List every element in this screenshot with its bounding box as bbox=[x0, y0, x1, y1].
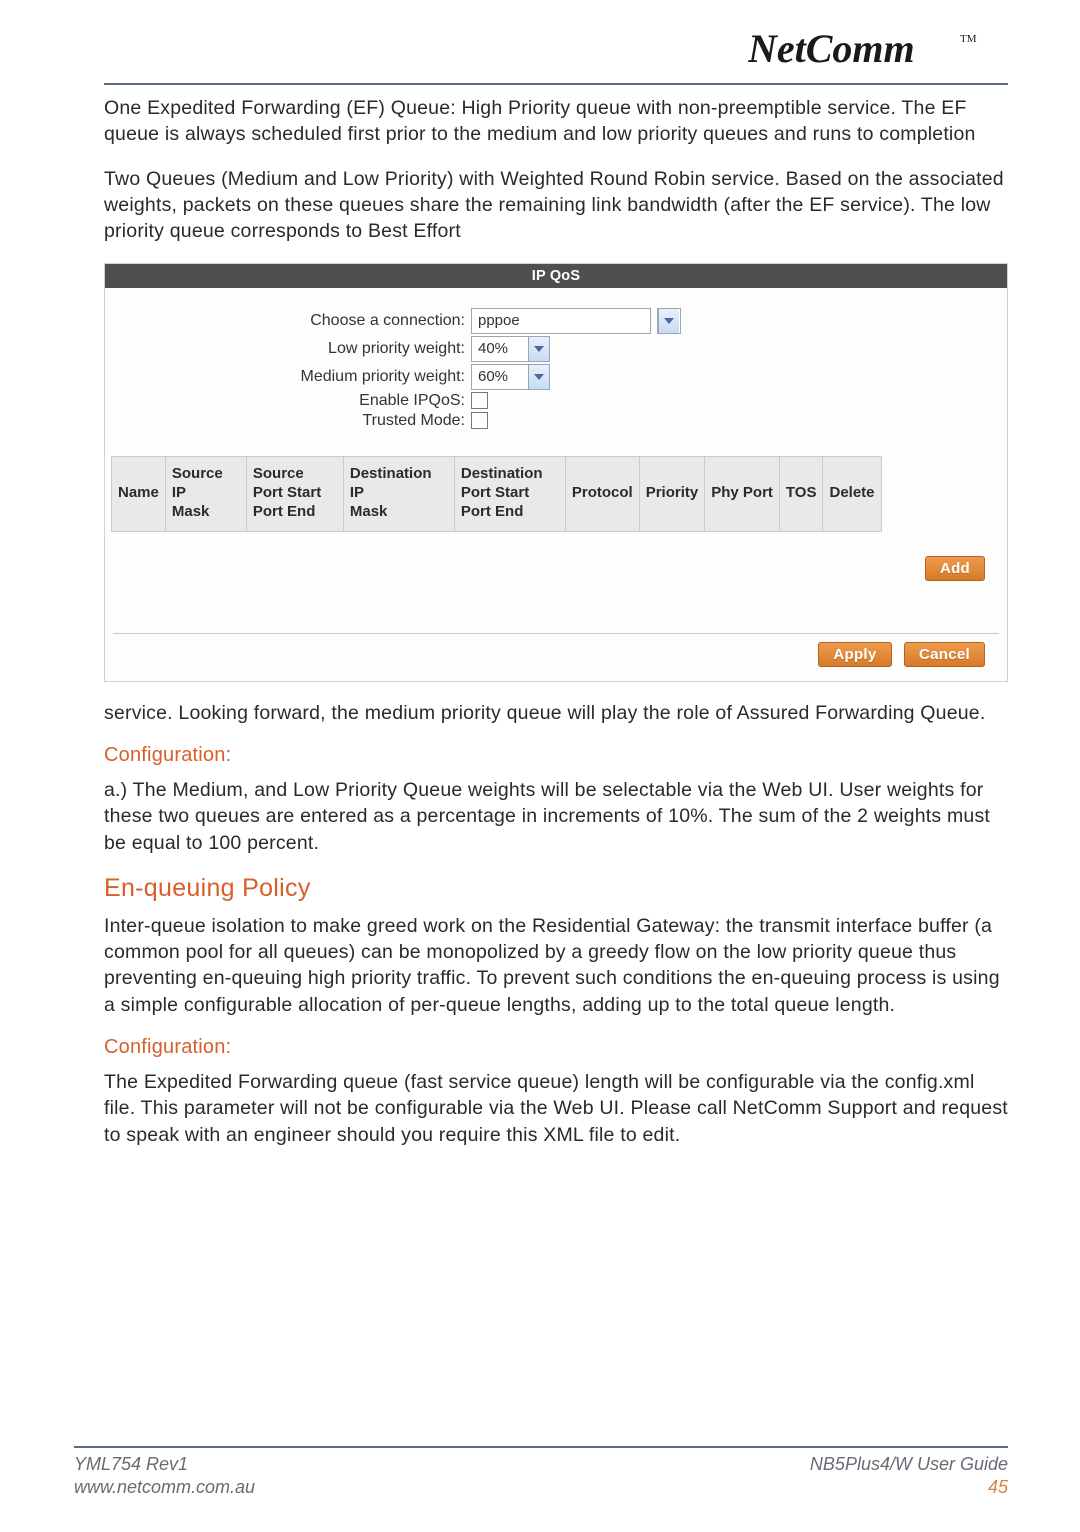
panel-title: IP QoS bbox=[105, 264, 1007, 288]
chevron-down-icon bbox=[658, 309, 679, 333]
med-weight-select[interactable]: 60% bbox=[471, 364, 550, 390]
col-source-ip: SourceIPMask bbox=[165, 456, 246, 531]
trusted-mode-label: Trusted Mode: bbox=[105, 412, 471, 430]
col-dest-ip: DestinationIPMask bbox=[343, 456, 454, 531]
med-weight-value: 60% bbox=[472, 365, 528, 389]
low-weight-select[interactable]: 40% bbox=[471, 336, 550, 362]
after-panel-paragraph: service. Looking forward, the medium pri… bbox=[104, 700, 1008, 726]
col-phy-port: Phy Port bbox=[705, 456, 780, 531]
enqueuing-policy-heading: En-queuing Policy bbox=[104, 874, 1008, 903]
footer-page-number: 45 bbox=[988, 1477, 1008, 1498]
col-source-port: SourcePort StartPort End bbox=[246, 456, 343, 531]
low-weight-value: 40% bbox=[472, 337, 528, 361]
logo-text: NetComm bbox=[748, 26, 915, 71]
table-header-row: Name SourceIPMask SourcePort StartPort E… bbox=[112, 456, 882, 531]
footer-divider bbox=[74, 1446, 1008, 1448]
connection-label: Choose a connection: bbox=[105, 312, 471, 330]
intro-paragraph-1: One Expedited Forwarding (EF) Queue: Hig… bbox=[104, 95, 1008, 148]
enable-ipqos-label: Enable IPQoS: bbox=[105, 392, 471, 410]
col-delete: Delete bbox=[823, 456, 881, 531]
chevron-down-icon bbox=[528, 337, 549, 361]
logo-tm: TM bbox=[960, 33, 977, 45]
add-button[interactable]: Add bbox=[925, 556, 985, 581]
connection-dropdown[interactable] bbox=[657, 308, 681, 334]
configuration-paragraph-1: a.) The Medium, and Low Priority Queue w… bbox=[104, 777, 1008, 856]
apply-button[interactable]: Apply bbox=[818, 642, 891, 667]
qos-rules-table: Name SourceIPMask SourcePort StartPort E… bbox=[111, 456, 882, 532]
footer-guide: NB5Plus4/W User Guide bbox=[810, 1454, 1008, 1475]
connection-input[interactable]: pppoe bbox=[471, 308, 651, 334]
col-protocol: Protocol bbox=[565, 456, 639, 531]
panel-divider bbox=[113, 633, 999, 634]
cancel-button[interactable]: Cancel bbox=[904, 642, 985, 667]
col-priority: Priority bbox=[639, 456, 705, 531]
col-dest-port: DestinationPort StartPort End bbox=[454, 456, 565, 531]
configuration-heading-1: Configuration: bbox=[104, 744, 1008, 767]
col-name: Name bbox=[112, 456, 166, 531]
trusted-mode-checkbox[interactable] bbox=[471, 412, 488, 429]
footer-rev: YML754 Rev1 bbox=[74, 1454, 188, 1475]
page-footer: YML754 Rev1 NB5Plus4/W User Guide www.ne… bbox=[74, 1446, 1008, 1498]
col-tos: TOS bbox=[779, 456, 823, 531]
ip-qos-panel: IP QoS Choose a connection: pppoe Low pr… bbox=[104, 263, 1008, 682]
enqueuing-policy-paragraph: Inter-queue isolation to make greed work… bbox=[104, 913, 1008, 1018]
med-weight-label: Medium priority weight: bbox=[105, 368, 471, 386]
footer-url: www.netcomm.com.au bbox=[74, 1477, 255, 1498]
intro-paragraph-2: Two Queues (Medium and Low Priority) wit… bbox=[104, 166, 1008, 245]
enable-ipqos-checkbox[interactable] bbox=[471, 392, 488, 409]
brand-logo: NetComm TM bbox=[104, 26, 1008, 79]
low-weight-label: Low priority weight: bbox=[105, 340, 471, 358]
chevron-down-icon bbox=[528, 365, 549, 389]
header-divider bbox=[104, 83, 1008, 85]
configuration-heading-2: Configuration: bbox=[104, 1036, 1008, 1059]
configuration-paragraph-2: The Expedited Forwarding queue (fast ser… bbox=[104, 1069, 1008, 1148]
connection-value: pppoe bbox=[472, 309, 650, 333]
